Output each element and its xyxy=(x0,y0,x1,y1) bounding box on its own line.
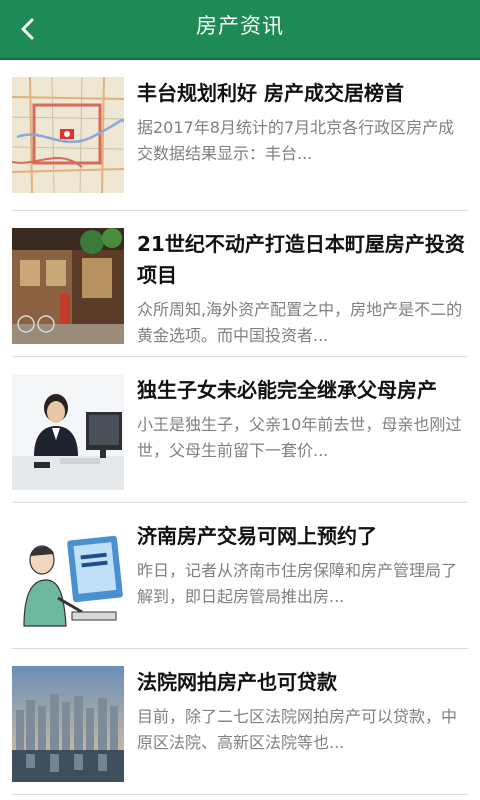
news-thumbnail-office xyxy=(12,374,124,490)
news-text: 法院网拍房产也可贷款 目前，除了二七区法院网拍房产可以贷款，中原区法院、高新区法… xyxy=(137,667,468,756)
app-screen: 房产资讯 丰台规划利好 房产成交居榜首 据2017年8月统计的7月北京各行政区房… xyxy=(0,0,480,800)
news-list: 丰台规划利好 房产成交居榜首 据2017年8月统计的7月北京各行政区房产成交数据… xyxy=(0,60,480,800)
news-thumbnail-skyline xyxy=(12,666,124,782)
news-text: 济南房产交易可网上预约了 昨日，记者从济南市住房保障和房产管理局了解到，即日起房… xyxy=(137,521,468,610)
news-item[interactable]: 21世纪不动产打造日本町屋房产投资项目 众所周知,海外资产配置之中，房地产是不二… xyxy=(12,211,468,357)
news-summary: 小王是独生子，父亲10年前去世，母亲也刚过世，父母生前留下一套价... xyxy=(137,415,462,460)
news-title: 独生子女未必能完全继承父母房产 xyxy=(137,378,437,402)
page-title: 房产资讯 xyxy=(196,14,284,38)
news-item[interactable]: 独生子女未必能完全继承父母房产 小王是独生子，父亲10年前去世，母亲也刚过世，父… xyxy=(12,357,468,503)
news-title: 21世纪不动产打造日本町屋房产投资项目 xyxy=(137,232,465,287)
news-text: 丰台规划利好 房产成交居榜首 据2017年8月统计的7月北京各行政区房产成交数据… xyxy=(137,78,468,167)
news-summary: 众所周知,海外资产配置之中，房地产是不二的黄金选项。而中国投资者... xyxy=(137,300,463,345)
news-title: 济南房产交易可网上预约了 xyxy=(137,524,377,548)
news-item[interactable]: 丰台规划利好 房产成交居榜首 据2017年8月统计的7月北京各行政区房产成交数据… xyxy=(12,60,468,211)
news-item[interactable]: 法院网拍房产也可贷款 目前，除了二七区法院网拍房产可以贷款，中原区法院、高新区法… xyxy=(12,649,468,795)
news-thumbnail-map xyxy=(12,77,124,193)
news-thumbnail-street xyxy=(12,228,124,344)
news-title: 丰台规划利好 房产成交居榜首 xyxy=(137,81,404,105)
news-title: 法院网拍房产也可贷款 xyxy=(137,670,337,694)
news-summary: 昨日，记者从济南市住房保障和房产管理局了解到，即日起房管局推出房... xyxy=(137,561,458,606)
news-summary: 目前，除了二七区法院网拍房产可以贷款，中原区法院、高新区法院等也... xyxy=(137,707,458,752)
news-thumbnail-online xyxy=(12,520,124,636)
top-bar: 房产资讯 xyxy=(0,0,480,60)
news-summary: 据2017年8月统计的7月北京各行政区房产成交数据结果显示：丰台... xyxy=(137,118,455,163)
news-text: 独生子女未必能完全继承父母房产 小王是独生子，父亲10年前去世，母亲也刚过世，父… xyxy=(137,375,468,464)
news-text: 21世纪不动产打造日本町屋房产投资项目 众所周知,海外资产配置之中，房地产是不二… xyxy=(137,229,468,349)
news-item[interactable]: 济南房产交易可网上预约了 昨日，记者从济南市住房保障和房产管理局了解到，即日起房… xyxy=(12,503,468,649)
